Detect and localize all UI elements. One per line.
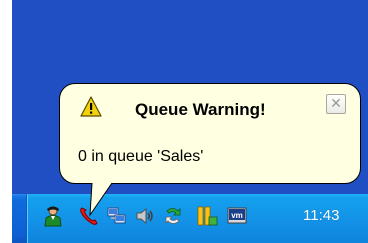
balloon-pointer [89, 182, 113, 217]
